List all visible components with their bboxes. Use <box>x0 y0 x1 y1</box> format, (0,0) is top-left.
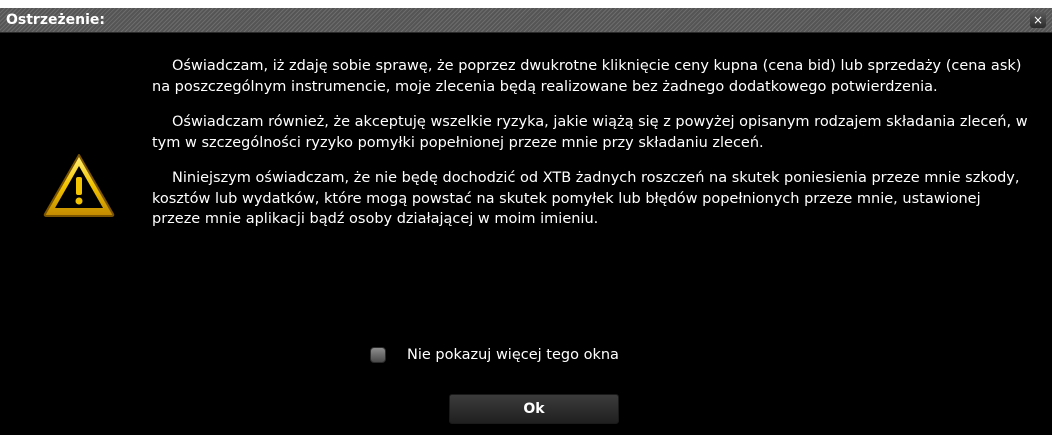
disclaimer-paragraph-3: Niniejszym oświadczam, że nie będę docho… <box>152 170 1020 227</box>
dont-show-again-checkbox[interactable] <box>370 347 386 363</box>
dont-show-again-label[interactable]: Nie pokazuj więcej tego okna <box>407 347 619 363</box>
dialog-title: Ostrzeżenie: <box>6 12 105 28</box>
dialog-titlebar[interactable]: Ostrzeżenie: × <box>0 8 1052 33</box>
disclaimer-paragraph-1: Oświadczam, iż zdaję sobie sprawę, że po… <box>152 58 1022 95</box>
ok-button[interactable]: Ok <box>449 394 619 424</box>
warning-dialog: Ostrzeżenie: × Oświadczam, iż zdaję sobi… <box>0 8 1052 435</box>
disclaimer-text: Oświadczam, iż zdaję sobie sprawę, że po… <box>152 56 1032 245</box>
close-button[interactable]: × <box>1030 12 1046 28</box>
dont-show-again-row[interactable]: Nie pokazuj więcej tego okna <box>370 345 619 365</box>
warning-triangle-icon <box>43 154 115 217</box>
disclaimer-paragraph-2: Oświadczam również, że akceptuję wszelki… <box>152 114 1028 151</box>
close-icon: × <box>1032 13 1044 27</box>
